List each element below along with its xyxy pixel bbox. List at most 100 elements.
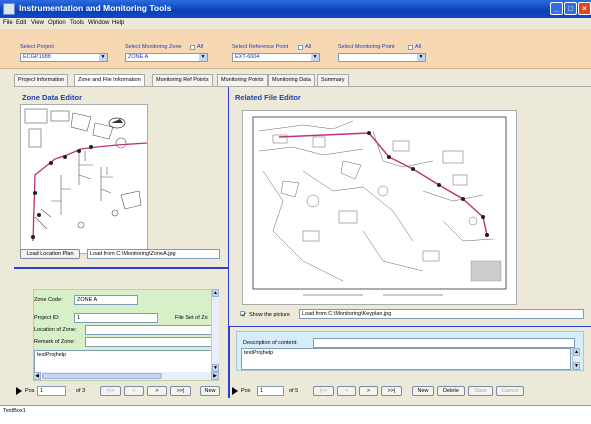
file-first-button[interactable]: |<< [313,386,334,396]
zone-new-button[interactable]: New [200,386,220,396]
window-title: Instrumentation and Monitoring Tools [19,3,172,13]
file-last-button[interactable]: >>| [381,386,402,396]
menu-option[interactable]: Option [48,20,66,26]
zone-combo[interactable]: ZONE A ▼ [125,53,208,62]
scroll-right-icon[interactable]: ▶ [211,372,219,380]
keyplan-map-drawing [243,111,516,304]
tab-monitoring-points[interactable]: Monitoring Points [217,74,268,86]
remark-field[interactable] [85,337,212,347]
zone-all-label: All [197,44,204,50]
menu-view[interactable]: View [31,20,44,26]
location-label: Location of Zone: [34,327,77,333]
zone-all-checkbox[interactable] [190,45,195,50]
load-location-plan-button[interactable]: Load Location Plan [20,249,80,259]
show-picture-label: Show the picture [249,312,290,318]
zone-load-path-field[interactable]: Load from C:\Monitoring\ZoneA.jpg [87,249,220,259]
description-field[interactable] [313,338,575,348]
zone-editor-title: Zone Data Editor [22,93,83,102]
menu-window[interactable]: Window [88,20,109,26]
app-icon [3,3,15,15]
file-delete-button[interactable]: Delete [437,386,465,396]
ref-point-all-label: All [305,44,312,50]
maximize-button[interactable]: □ [564,2,577,15]
tab-project-information[interactable]: Project Information [14,74,69,86]
zone-pos-label: Pos [25,388,35,394]
description-label: Description of content: [243,340,298,346]
textbox1[interactable]: TextBox1 [0,405,591,424]
zone-location-plan-image [20,104,148,254]
file-load-path-field[interactable]: Load from C:\Monitoring\Keyplan.jpg [299,309,584,319]
mon-point-all-label: All [415,44,422,50]
chevron-down-icon[interactable]: ▼ [311,54,319,61]
file-set-label: File Set of Zo [175,315,208,321]
file-pos-label: Pos [241,388,251,394]
chevron-down-icon[interactable]: ▼ [417,54,425,61]
mon-point-combo[interactable]: ▼ [338,53,426,62]
zone-help-text[interactable]: textProjhelp [34,350,212,374]
record-pointer-icon [16,387,22,395]
select-mon-point-label: Select Monitoring Point [338,44,395,50]
project-combo[interactable]: ECGP1988 ▼ [20,53,108,62]
file-prev-button[interactable]: < [337,386,356,396]
menu-file[interactable]: File [3,20,13,26]
checkmark-icon [241,312,246,317]
zone-value: ZONE A [128,54,149,60]
project-value: ECGP1988 [23,54,51,60]
select-project-label: Select Project [20,44,54,50]
scroll-up-icon[interactable]: ▲ [573,348,580,356]
zone-prev-button[interactable]: < [124,386,144,396]
menu-edit[interactable]: Edit [16,20,26,26]
chevron-down-icon[interactable]: ▼ [99,54,107,61]
location-field[interactable] [85,325,212,335]
menu-help[interactable]: Help [112,20,124,26]
file-editor-title: Related File Editor [235,93,301,102]
menu-tools[interactable]: Tools [70,20,84,26]
zone-last-button[interactable]: >>| [170,386,191,396]
file-pos-field[interactable]: 1 [257,386,284,396]
tab-monitoring-ref-points[interactable]: Monitoring Ref Points [152,74,213,86]
select-ref-point-label: Select Reference Point [232,44,289,50]
scroll-down-icon[interactable]: ▼ [212,364,219,372]
zone-code-field[interactable]: ZONE A [74,295,138,305]
zone-pos-field[interactable]: 1 [37,386,66,396]
tab-monitoring-data[interactable]: Monitoring Data [268,74,315,86]
ref-point-all-checkbox[interactable] [298,45,303,50]
scroll-thumb[interactable] [42,373,162,379]
select-zone-label: Select Monitoring Zone [125,44,182,50]
project-id-field[interactable]: 1 [74,313,158,323]
zone-next-button[interactable]: > [147,386,167,396]
close-button[interactable]: × [578,2,591,15]
related-file-editor: Related File Editor [229,87,591,326]
zone-of-label: of 3 [76,388,86,394]
file-help-text[interactable]: textProjhelp [241,348,571,370]
file-help-scrollbar[interactable]: ▲ ▼ [572,348,580,370]
divider-left [14,267,229,269]
record-pointer-icon [232,387,238,395]
scroll-up-icon[interactable]: ▲ [212,289,219,297]
selection-panel: Select Project ECGP1988 ▼ Select Monitor… [0,29,591,69]
file-next-button[interactable]: > [359,386,378,396]
show-picture-checkbox[interactable] [240,311,246,317]
scroll-left-icon[interactable]: ◀ [33,372,41,380]
title-bar: Instrumentation and Monitoring Tools _ □… [0,0,591,18]
file-new-button[interactable]: New [412,386,434,396]
mon-point-all-checkbox[interactable] [408,45,413,50]
zone-code-label: Zone Code: [34,297,63,303]
file-of-label: of 5 [289,388,299,394]
zone-form-panel: Zone Code: ZONE A Project ID: 1 File Set… [33,289,219,381]
ref-point-combo[interactable]: EXT-6604 ▼ [232,53,320,62]
zone-form-vertical-scrollbar[interactable]: ▲ ▼ [211,289,219,372]
minimize-button[interactable]: _ [550,2,563,15]
menu-bar: File Edit View Option Tools Window Help [0,18,591,29]
zone-first-button[interactable]: |<< [100,386,121,396]
zone-data-editor: Zone Data Editor [14,87,229,262]
ref-point-value: EXT-6604 [235,54,260,60]
scroll-down-icon[interactable]: ▼ [573,362,580,370]
tab-summary[interactable]: Summary [317,74,349,86]
keyplan-image [242,110,517,305]
zone-form-horizontal-scrollbar[interactable]: ◀ ▶ [33,372,219,380]
file-save-button[interactable]: Save [468,386,493,396]
file-cancel-button[interactable]: Cancel [496,386,524,396]
zone-map-drawing [21,105,148,253]
chevron-down-icon[interactable]: ▼ [199,54,207,61]
